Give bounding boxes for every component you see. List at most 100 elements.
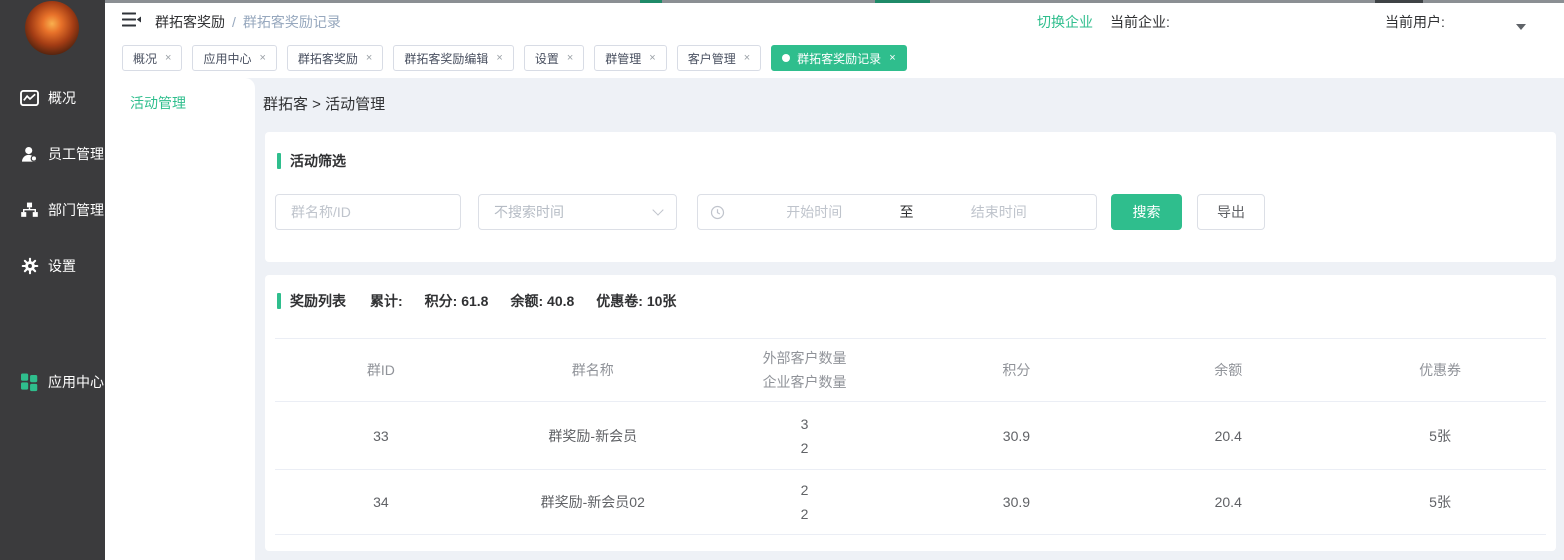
cell-group-id: 34: [275, 494, 487, 510]
group-name-input[interactable]: [275, 194, 461, 230]
collapse-sidebar-button[interactable]: [122, 12, 141, 27]
cell-external-count: 2: [699, 478, 911, 502]
rewards-section-title: 奖励列表: [290, 291, 346, 311]
tab-label: 群管理: [605, 50, 641, 67]
sidebar-item-app-center[interactable]: 应用中心: [0, 354, 105, 410]
tab-label: 群拓客奖励编辑: [404, 50, 488, 67]
tab-close-icon[interactable]: ×: [649, 53, 655, 64]
tab-label: 客户管理: [688, 50, 736, 67]
tab-overview[interactable]: 概况 ×: [122, 45, 182, 71]
col-enterprise-customer-count: 企业客户数量: [699, 370, 911, 394]
content-breadcrumb: 群拓客 > 活动管理: [263, 93, 385, 114]
sidebar-item-label: 部门管理: [48, 200, 104, 220]
user-dropdown-caret-icon[interactable]: [1516, 24, 1526, 30]
col-balance: 余额: [1122, 360, 1334, 380]
chevron-down-icon: [652, 204, 663, 215]
tab-app-center[interactable]: 应用中心 ×: [192, 45, 276, 71]
col-coupons: 优惠券: [1334, 360, 1546, 380]
table-header-row: 群ID 群名称 外部客户数量 企业客户数量 积分 余额 优惠券: [275, 338, 1546, 402]
col-group-id: 群ID: [275, 360, 487, 380]
breadcrumb-separator: /: [232, 14, 236, 30]
sidebar-nav: 概况 员工管理: [0, 70, 105, 410]
filter-card: 活动筛选 不搜索时间 开始时间 至 结束时: [265, 132, 1556, 262]
sidebar-item-label: 设置: [48, 256, 76, 276]
breadcrumb: 群拓客奖励 / 群拓客奖励记录: [155, 12, 341, 32]
search-button[interactable]: 搜索: [1111, 194, 1182, 230]
end-date-placeholder: 结束时间: [914, 202, 1085, 222]
rewards-section-header: 奖励列表 累计: 积分: 61.8 余额: 40.8 优惠卷: 10张: [277, 291, 676, 311]
sidebar-item-label: 员工管理: [48, 144, 104, 164]
settings-gear-icon: [20, 257, 39, 276]
cell-group-id: 33: [275, 428, 487, 444]
breadcrumb-current: 群拓客奖励记录: [243, 14, 341, 30]
tab-close-icon[interactable]: ×: [744, 53, 750, 64]
cell-points: 30.9: [910, 494, 1122, 510]
main-sidebar: 概况 员工管理: [0, 0, 105, 560]
tab-group-reward-record[interactable]: 群拓客奖励记录 ×: [771, 45, 906, 71]
sidebar-item-employees[interactable]: 员工管理: [0, 126, 105, 182]
filter-row: 不搜索时间 开始时间 至 结束时间 搜索 导出: [275, 194, 1265, 230]
tab-close-icon[interactable]: ×: [567, 53, 573, 64]
time-search-select[interactable]: 不搜索时间: [478, 194, 677, 230]
date-range-picker[interactable]: 开始时间 至 结束时间: [697, 194, 1097, 230]
tab-close-icon[interactable]: ×: [496, 53, 502, 64]
current-company-label: 当前企业:: [1110, 12, 1170, 32]
sidebar-item-departments[interactable]: 部门管理: [0, 182, 105, 238]
cell-enterprise-count: 2: [699, 436, 911, 460]
cell-balance: 20.4: [1122, 494, 1334, 510]
cell-points: 30.9: [910, 428, 1122, 444]
cell-customer-counts: 2 2: [699, 478, 911, 526]
avatar[interactable]: [25, 1, 79, 55]
tab-label: 概况: [133, 50, 157, 67]
clock-icon: [710, 205, 725, 220]
sidebar-item-label: 应用中心: [48, 372, 104, 392]
cell-balance: 20.4: [1122, 428, 1334, 444]
department-icon: [20, 201, 39, 220]
table-row: 33 群奖励-新会员 3 2 30.9 20.4 5张: [275, 402, 1546, 470]
rewards-table: 群ID 群名称 外部客户数量 企业客户数量 积分 余额 优惠券 33 群奖励-新…: [275, 338, 1546, 535]
tab-close-icon[interactable]: ×: [366, 53, 372, 64]
employee-icon: [20, 145, 39, 164]
start-date-placeholder: 开始时间: [729, 202, 900, 222]
filter-section-title: 活动筛选: [290, 151, 346, 171]
date-separator: 至: [900, 202, 914, 222]
app-center-grid-icon: [20, 373, 39, 392]
cell-enterprise-count: 2: [699, 502, 911, 526]
active-tab-dot: [782, 54, 790, 62]
cell-group-name: 群奖励-新会员: [487, 426, 699, 446]
tab-label: 群拓客奖励: [298, 50, 358, 67]
col-points: 积分: [910, 360, 1122, 380]
cell-coupons: 5张: [1334, 492, 1546, 512]
secondary-sidebar: 活动管理: [105, 78, 255, 560]
content-area: 群拓客 > 活动管理 活动筛选 不搜索时间: [255, 78, 1564, 560]
overview-chart-icon: [20, 89, 39, 108]
tab-settings[interactable]: 设置 ×: [524, 45, 584, 71]
col-external-customer-count: 外部客户数量: [699, 346, 911, 370]
breadcrumb-parent[interactable]: 群拓客奖励: [155, 14, 225, 30]
sidebar-item-overview[interactable]: 概况: [0, 70, 105, 126]
tab-group-reward-edit[interactable]: 群拓客奖励编辑 ×: [393, 45, 513, 71]
tab-label: 设置: [535, 50, 559, 67]
switch-company-link[interactable]: 切换企业: [1037, 12, 1093, 32]
app-window: 概况 员工管理: [0, 0, 1564, 560]
tab-group-reward[interactable]: 群拓客奖励 ×: [287, 45, 383, 71]
tab-label: 群拓客奖励记录: [797, 50, 881, 67]
summary-total-label: 累计:: [370, 291, 403, 311]
tab-close-icon[interactable]: ×: [165, 53, 171, 64]
cell-external-count: 3: [699, 412, 911, 436]
tab-bar: 概况 × 应用中心 × 群拓客奖励 × 群拓客奖励编辑 × 设置 × 群管理 ×…: [105, 38, 1564, 78]
sidebar-item-settings[interactable]: 设置: [0, 238, 105, 294]
cell-group-name: 群奖励-新会员02: [487, 492, 699, 512]
topbar: 群拓客奖励/群拓客奖励记录 切换企业 当前企业: 当前用户:: [105, 3, 1564, 38]
time-search-select-value: 不搜索时间: [494, 202, 564, 222]
tab-close-icon[interactable]: ×: [889, 53, 895, 64]
tab-customer-management[interactable]: 客户管理 ×: [677, 45, 761, 71]
filter-section-header: 活动筛选: [277, 151, 346, 171]
export-button[interactable]: 导出: [1197, 194, 1265, 230]
summary-balance: 余额: 40.8: [510, 291, 574, 311]
submenu-item-activity-management[interactable]: 活动管理: [130, 93, 255, 113]
tab-group-management[interactable]: 群管理 ×: [594, 45, 666, 71]
cell-customer-counts: 3 2: [699, 412, 911, 460]
rewards-card: 奖励列表 累计: 积分: 61.8 余额: 40.8 优惠卷: 10张 群ID …: [265, 275, 1556, 551]
tab-close-icon[interactable]: ×: [259, 53, 265, 64]
